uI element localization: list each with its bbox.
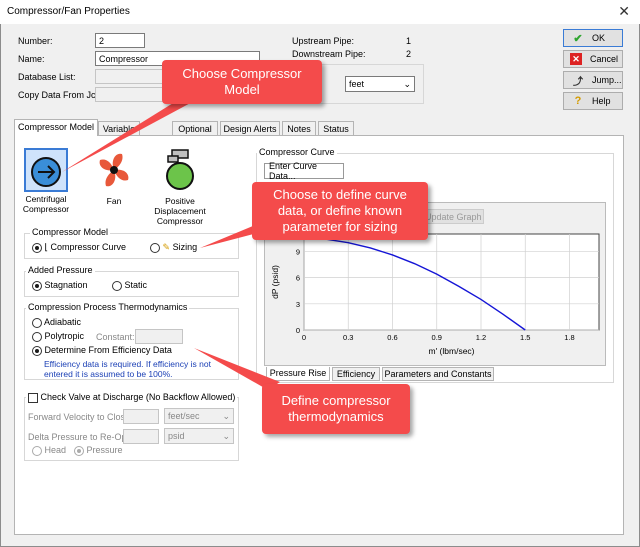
callout-thermo: Define compressor thermodynamics <box>262 384 410 434</box>
callout-arrow-model <box>62 100 196 172</box>
callout-curve: Choose to define curve data, or define k… <box>252 182 428 240</box>
callout-model: Choose Compressor Model <box>162 60 322 104</box>
